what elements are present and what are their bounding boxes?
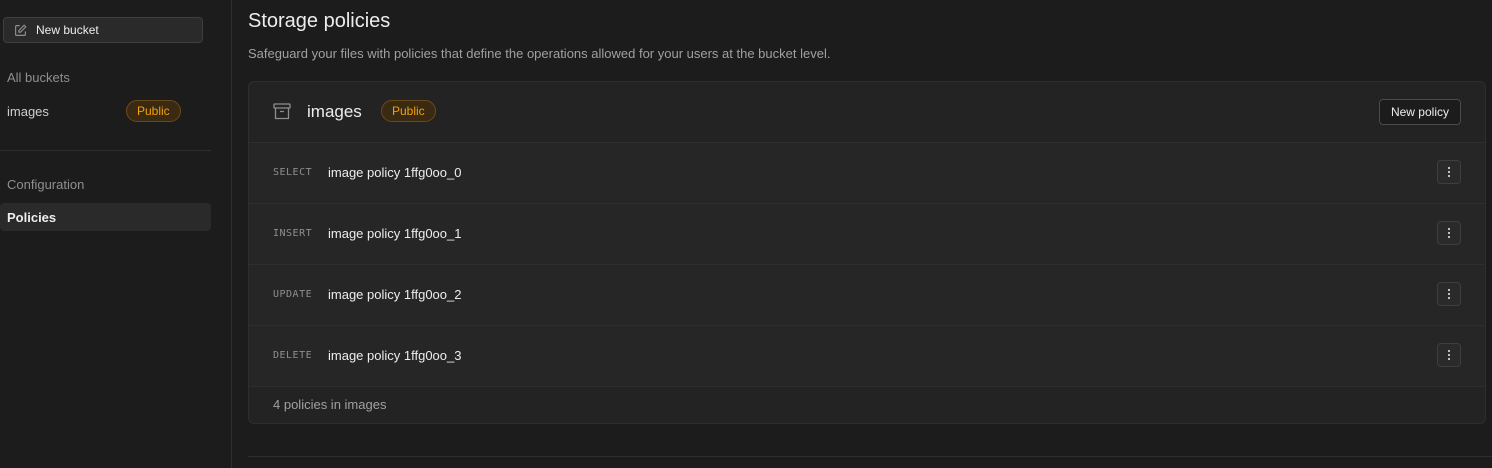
sidebar-bucket-images[interactable]: images Public [0, 98, 211, 124]
main-content: Storage policies Safeguard your files wi… [232, 0, 1492, 468]
policy-count-footer: 4 policies in images [273, 397, 387, 412]
all-buckets-label: All buckets [7, 70, 70, 85]
policy-actions-button[interactable] [1437, 343, 1461, 367]
edit-icon [15, 23, 27, 36]
sidebar-divider [0, 150, 211, 151]
public-badge: Public [126, 100, 181, 122]
more-vertical-icon [1447, 288, 1451, 300]
archive-icon [273, 103, 291, 120]
more-vertical-icon [1447, 166, 1451, 178]
new-policy-button[interactable]: New policy [1378, 99, 1461, 125]
sidebar-bucket-name: images [7, 103, 49, 119]
section-divider [248, 456, 1492, 457]
card-header: images Public New policy [249, 82, 1485, 143]
sidebar: New bucket All buckets images Public Con… [0, 0, 232, 468]
policy-row[interactable]: SELECT image policy 1ffg0oo_0 [249, 143, 1485, 204]
more-vertical-icon [1447, 349, 1451, 361]
policy-row[interactable]: INSERT image policy 1ffg0oo_1 [249, 204, 1485, 265]
page-title: Storage policies [248, 10, 391, 32]
bucket-policies-card: images Public New policy SELECT image po… [248, 81, 1486, 424]
sidebar-item-policies[interactable]: Policies [0, 203, 211, 231]
policy-operation: UPDATE [273, 289, 313, 300]
more-vertical-icon [1447, 227, 1451, 239]
policy-name: image policy 1ffg0oo_3 [328, 348, 462, 363]
policy-operation: INSERT [273, 228, 313, 239]
policy-name: image policy 1ffg0oo_2 [328, 287, 462, 302]
policy-row[interactable]: DELETE image policy 1ffg0oo_3 [249, 326, 1485, 387]
policy-row[interactable]: UPDATE image policy 1ffg0oo_2 [249, 265, 1485, 326]
policy-actions-button[interactable] [1437, 160, 1461, 184]
policy-operation: DELETE [273, 350, 313, 361]
new-bucket-button[interactable]: New bucket [3, 17, 203, 43]
policy-actions-button[interactable] [1437, 282, 1461, 306]
public-badge: Public [381, 100, 436, 122]
new-bucket-label: New bucket [36, 23, 99, 37]
policy-actions-button[interactable] [1437, 221, 1461, 245]
sidebar-item-configuration[interactable]: Configuration [0, 170, 211, 198]
policy-name: image policy 1ffg0oo_0 [328, 165, 462, 180]
page-subtitle: Safeguard your files with policies that … [248, 46, 831, 61]
policy-name: image policy 1ffg0oo_1 [328, 226, 462, 241]
policy-operation: SELECT [273, 167, 313, 178]
bucket-name: images [307, 102, 362, 121]
